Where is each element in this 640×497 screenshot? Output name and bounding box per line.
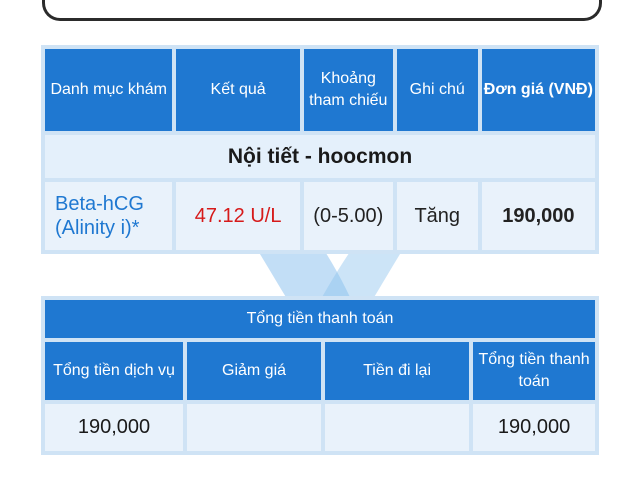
section-title: Nội tiết - hoocmon (45, 135, 595, 178)
header-reference-range: Khoảng tham chiếu (303, 49, 393, 131)
header-travel-fee: Tiền đi lại (325, 342, 470, 400)
previous-card-bottom (42, 0, 602, 21)
payment-title: Tổng tiền thanh toán (45, 300, 595, 338)
exam-results-table: Danh mục khám Kết quả Khoảng tham chiếu … (41, 45, 599, 254)
service-total-value: 190,000 (45, 404, 184, 451)
header-payment-total: Tổng tiền thanh toán (473, 342, 595, 400)
note-value: Tăng (396, 182, 478, 250)
payment-summary-table: Tổng tiền thanh toán Tổng tiền dịch vụ G… (41, 296, 599, 455)
payment-total-value: 190,000 (473, 404, 595, 451)
test-name-link[interactable]: Beta-hCG (Alinity i)* (45, 182, 173, 250)
header-note: Ghi chú (396, 49, 478, 131)
header-discount: Giảm giá (187, 342, 322, 400)
reference-range: (0-5.00) (303, 182, 393, 250)
test-result: 47.12 U/L (176, 182, 300, 250)
header-exam-category: Danh mục khám (45, 49, 173, 131)
header-service-total: Tổng tiền dịch vụ (45, 342, 184, 400)
travel-fee-value (325, 404, 470, 451)
header-result: Kết quả (176, 49, 300, 131)
discount-value (187, 404, 322, 451)
unit-price: 190,000 (481, 182, 595, 250)
header-unit-price: Đơn giá (VNĐ) (481, 49, 595, 131)
